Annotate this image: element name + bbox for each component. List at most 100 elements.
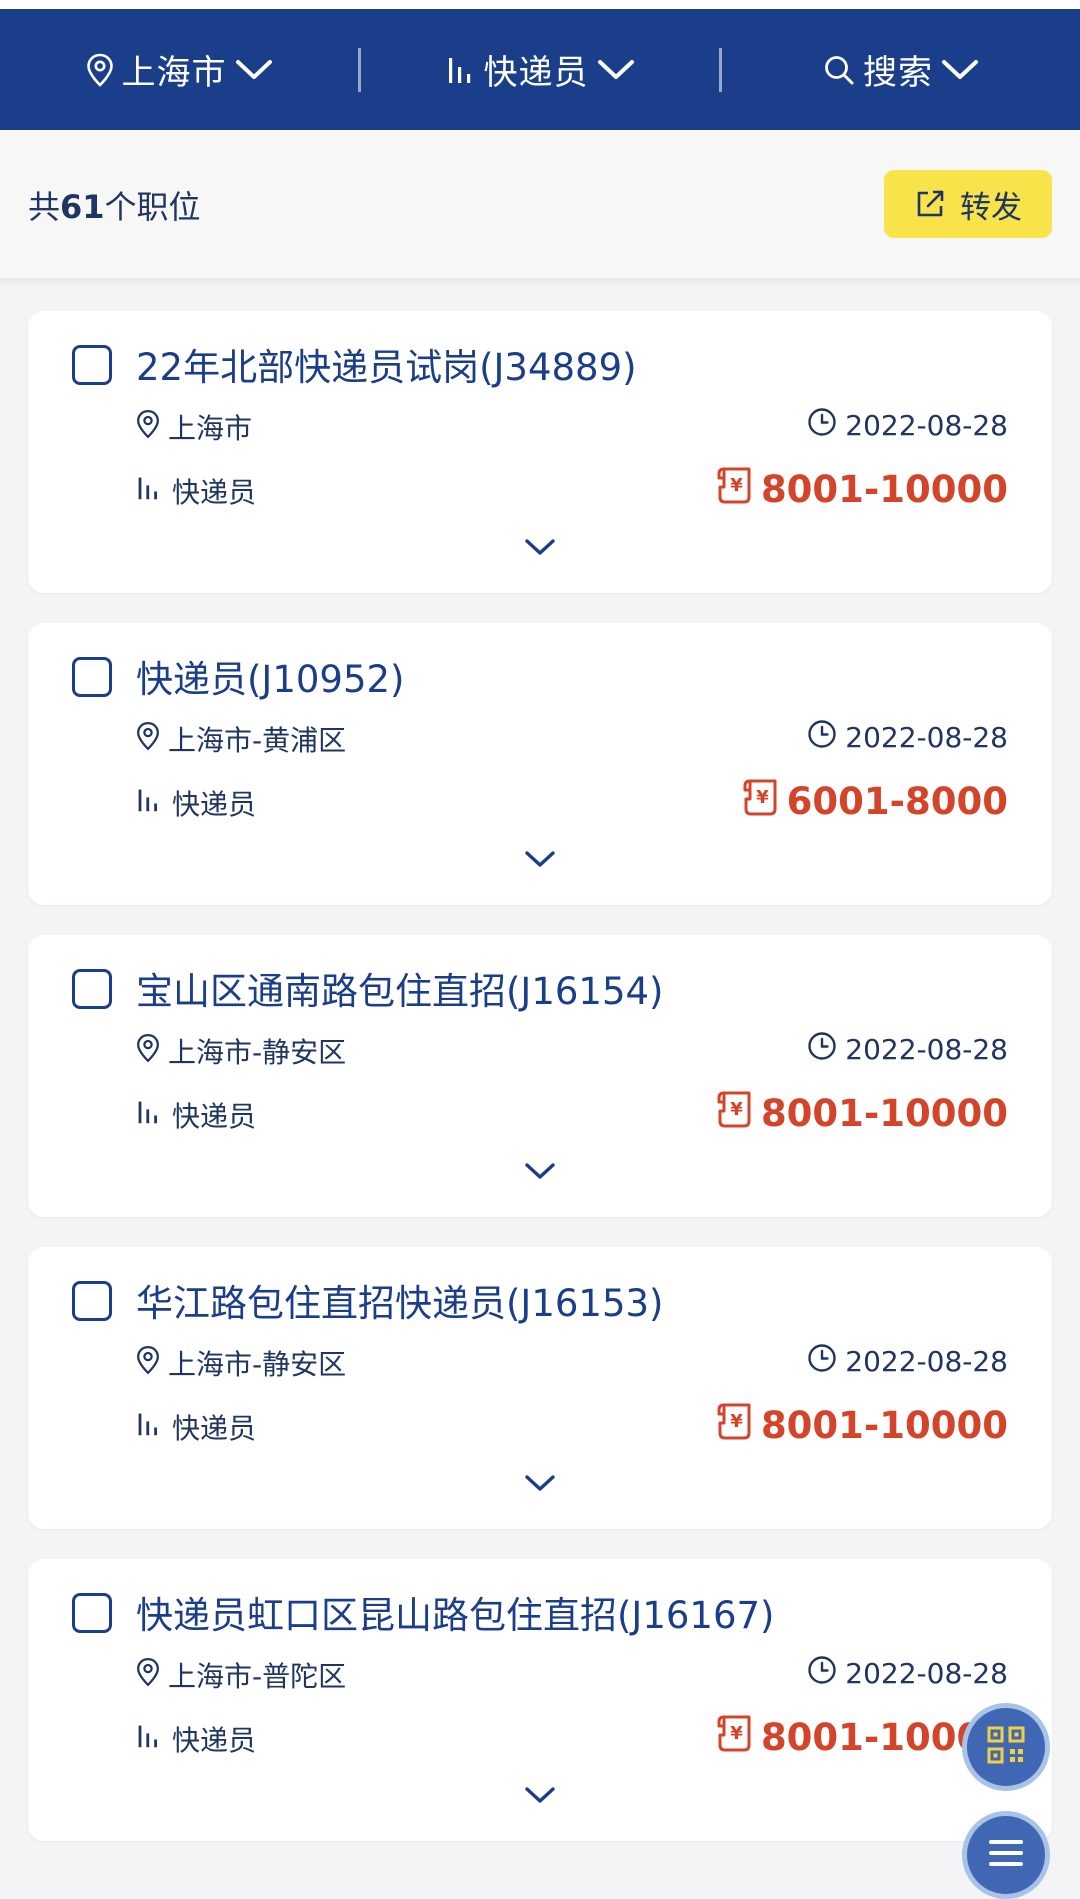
location-pin-icon bbox=[136, 721, 160, 758]
location-pin-icon bbox=[86, 53, 114, 87]
search-icon bbox=[823, 54, 855, 86]
job-checkbox[interactable] bbox=[72, 1593, 112, 1633]
salary-receipt-icon: ¥ bbox=[715, 465, 753, 514]
job-salary-text: 8001-10000 bbox=[760, 1092, 1008, 1135]
job-salary-text: 6001-8000 bbox=[786, 780, 1008, 823]
job-location-text: 上海市 bbox=[168, 412, 253, 445]
job-salary: ¥ 8001-10000 bbox=[715, 465, 1008, 514]
chevron-down-icon bbox=[235, 58, 273, 82]
qr-code-button[interactable] bbox=[962, 1703, 1050, 1791]
bar-chart-icon bbox=[136, 1411, 162, 1444]
job-location-text: 上海市-普陀区 bbox=[168, 1660, 347, 1693]
chevron-down-icon[interactable] bbox=[524, 1161, 556, 1185]
job-card[interactable]: 宝山区通南路包住直招(J16154) 上海市-静安区 2022-08-28 快递… bbox=[28, 935, 1052, 1217]
city-filter-label: 上海市 bbox=[121, 53, 227, 93]
svg-text:¥: ¥ bbox=[730, 1723, 743, 1744]
job-location: 上海市-黄浦区 bbox=[136, 719, 346, 759]
job-date: 2022-08-28 bbox=[807, 1031, 1008, 1068]
clock-icon bbox=[807, 719, 837, 756]
count-number: 61 bbox=[60, 188, 105, 226]
chevron-down-icon[interactable] bbox=[524, 849, 556, 873]
job-salary: ¥ 6001-8000 bbox=[741, 777, 1008, 826]
job-date: 2022-08-28 bbox=[807, 1655, 1008, 1692]
job-title[interactable]: 宝山区通南路包住直招(J16154) bbox=[136, 961, 663, 1015]
clock-icon bbox=[807, 1655, 837, 1692]
job-title[interactable]: 快递员虹口区昆山路包住直招(J16167) bbox=[136, 1585, 774, 1639]
job-salary-text: 8001-10000 bbox=[760, 1404, 1008, 1447]
job-category-text: 快递员 bbox=[172, 1100, 257, 1133]
count-prefix: 共 bbox=[28, 188, 61, 226]
menu-button[interactable] bbox=[962, 1811, 1050, 1899]
salary-receipt-icon: ¥ bbox=[715, 1089, 753, 1138]
chevron-down-icon bbox=[941, 58, 979, 82]
summary-bar: 共61个职位 转发 bbox=[0, 130, 1080, 278]
chevron-down-icon[interactable] bbox=[524, 1473, 556, 1497]
job-title[interactable]: 22年北部快递员试岗(J34889) bbox=[136, 337, 637, 391]
job-location-text: 上海市-静安区 bbox=[168, 1036, 347, 1069]
forward-label: 转发 bbox=[960, 189, 1022, 226]
search-filter[interactable]: 搜索 bbox=[722, 9, 1080, 130]
job-card[interactable]: 22年北部快递员试岗(J34889) 上海市 2022-08-28 快递员 ¥ … bbox=[28, 311, 1052, 593]
location-pin-icon bbox=[136, 1345, 160, 1382]
search-filter-label: 搜索 bbox=[863, 53, 933, 93]
job-category: 快递员 bbox=[136, 1095, 256, 1135]
job-date-text: 2022-08-28 bbox=[845, 409, 1008, 442]
job-checkbox[interactable] bbox=[72, 1281, 112, 1321]
job-category-text: 快递员 bbox=[172, 476, 257, 509]
job-checkbox[interactable] bbox=[72, 345, 112, 385]
city-filter[interactable]: 上海市 bbox=[0, 9, 358, 130]
position-filter[interactable]: 快递员 bbox=[361, 9, 719, 130]
job-date-text: 2022-08-28 bbox=[845, 1345, 1008, 1378]
job-card[interactable]: 快递员虹口区昆山路包住直招(J16167) 上海市-普陀区 2022-08-28… bbox=[28, 1559, 1052, 1841]
location-pin-icon bbox=[136, 1657, 160, 1694]
job-checkbox[interactable] bbox=[72, 969, 112, 1009]
clock-icon bbox=[807, 1031, 837, 1068]
job-salary: ¥ 8001-10000 bbox=[715, 1401, 1008, 1450]
clock-icon bbox=[807, 1343, 837, 1380]
job-location: 上海市-普陀区 bbox=[136, 1655, 346, 1695]
svg-text:¥: ¥ bbox=[730, 1411, 743, 1432]
location-pin-icon bbox=[136, 1033, 160, 1070]
job-card[interactable]: 快递员(J10952) 上海市-黄浦区 2022-08-28 快递员 ¥ 600… bbox=[28, 623, 1052, 905]
job-location: 上海市-静安区 bbox=[136, 1031, 346, 1071]
bar-chart-icon bbox=[136, 1099, 162, 1132]
job-checkbox[interactable] bbox=[72, 657, 112, 697]
bar-chart-icon bbox=[446, 55, 476, 85]
position-filter-label: 快递员 bbox=[483, 53, 589, 93]
job-category-text: 快递员 bbox=[172, 788, 257, 821]
job-category-text: 快递员 bbox=[172, 1724, 257, 1757]
job-title[interactable]: 华江路包住直招快递员(J16153) bbox=[136, 1273, 663, 1327]
job-card[interactable]: 华江路包住直招快递员(J16153) 上海市-静安区 2022-08-28 快递… bbox=[28, 1247, 1052, 1529]
bar-chart-icon bbox=[136, 787, 162, 820]
job-location-text: 上海市-黄浦区 bbox=[168, 724, 347, 757]
location-pin-icon bbox=[136, 409, 160, 446]
job-category-text: 快递员 bbox=[172, 1412, 257, 1445]
salary-receipt-icon: ¥ bbox=[715, 1401, 753, 1450]
chevron-down-icon[interactable] bbox=[524, 537, 556, 561]
job-count: 共61个职位 bbox=[28, 182, 201, 228]
chevron-down-icon bbox=[597, 58, 635, 82]
job-category: 快递员 bbox=[136, 471, 256, 511]
job-salary: ¥ 8001-10000 bbox=[715, 1089, 1008, 1138]
qr-code-icon bbox=[986, 1725, 1026, 1769]
job-date-text: 2022-08-28 bbox=[845, 1657, 1008, 1690]
job-title[interactable]: 快递员(J10952) bbox=[136, 649, 405, 703]
salary-receipt-icon: ¥ bbox=[715, 1713, 753, 1762]
count-suffix: 个职位 bbox=[104, 188, 201, 226]
salary-receipt-icon: ¥ bbox=[741, 777, 779, 826]
job-date: 2022-08-28 bbox=[807, 719, 1008, 756]
svg-text:¥: ¥ bbox=[730, 1099, 743, 1120]
filter-bar: 上海市 快递员 搜索 bbox=[0, 0, 1080, 130]
job-date-text: 2022-08-28 bbox=[845, 721, 1008, 754]
job-date: 2022-08-28 bbox=[807, 1343, 1008, 1380]
svg-text:¥: ¥ bbox=[730, 475, 743, 496]
bar-chart-icon bbox=[136, 475, 162, 508]
job-location-text: 上海市-静安区 bbox=[168, 1348, 347, 1381]
forward-button[interactable]: 转发 bbox=[884, 170, 1052, 238]
job-date-text: 2022-08-28 bbox=[845, 1033, 1008, 1066]
job-location: 上海市-静安区 bbox=[136, 1343, 346, 1383]
chevron-down-icon[interactable] bbox=[524, 1785, 556, 1809]
bar-chart-icon bbox=[136, 1723, 162, 1756]
job-category: 快递员 bbox=[136, 1407, 256, 1447]
job-category: 快递员 bbox=[136, 783, 256, 823]
